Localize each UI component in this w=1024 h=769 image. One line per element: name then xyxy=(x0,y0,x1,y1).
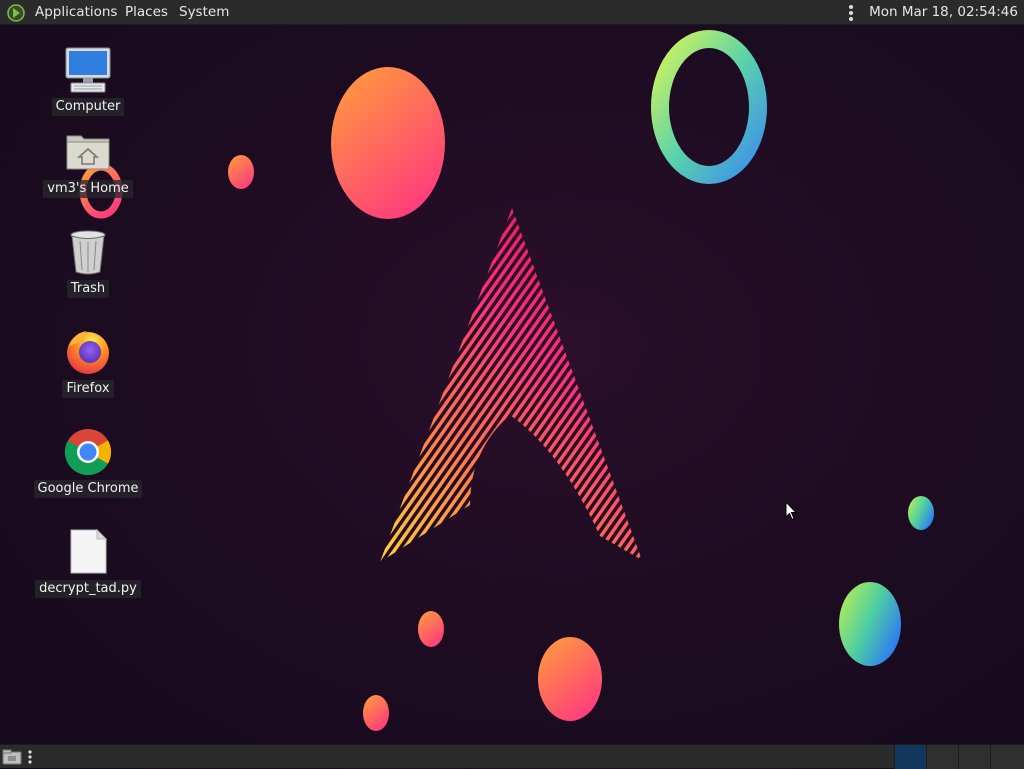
desktop-icon-label: Computer xyxy=(51,98,125,116)
bottom-panel xyxy=(0,744,1024,769)
system-menu[interactable]: System xyxy=(179,4,229,20)
panel-handle-icon[interactable] xyxy=(27,749,33,765)
desktop-icon-firefox[interactable]: Firefox xyxy=(33,327,143,398)
desktop-icon-label: vm3's Home xyxy=(43,180,133,198)
wallpaper-ring xyxy=(651,30,767,184)
desktop-icon-label: decrypt_tad.py xyxy=(35,580,141,598)
desktop-icon-decrypt-file[interactable]: decrypt_tad.py xyxy=(33,527,143,598)
chrome-icon xyxy=(64,429,112,476)
arch-logo xyxy=(380,208,642,562)
wallpaper-bubble xyxy=(839,582,901,666)
firefox-icon xyxy=(67,331,109,374)
workspace-1[interactable] xyxy=(894,745,926,769)
desktop-wallpaper xyxy=(79,30,934,731)
clock[interactable]: Mon Mar 18, 02:54:46 xyxy=(869,4,1018,20)
panel-handle-icon[interactable] xyxy=(846,4,856,22)
workspace-2[interactable] xyxy=(926,745,958,769)
show-desktop-icon[interactable] xyxy=(2,749,22,765)
desktop-icon-chrome[interactable]: Google Chrome xyxy=(33,427,143,498)
wallpaper-bubble xyxy=(363,695,389,731)
distro-logo-icon[interactable] xyxy=(6,3,26,23)
wallpaper-bubble xyxy=(418,611,444,647)
desktop-icon-label: Trash xyxy=(66,280,110,298)
workspace-4[interactable] xyxy=(990,745,1024,769)
wallpaper-bubble xyxy=(228,155,254,189)
workspace-3[interactable] xyxy=(958,745,990,769)
places-menu[interactable]: Places xyxy=(125,4,168,20)
home-folder-icon xyxy=(66,135,110,170)
wallpaper-bubble xyxy=(908,496,934,530)
desktop-icon-label: Firefox xyxy=(62,380,114,398)
computer-icon xyxy=(65,47,111,93)
desktop-icon-computer[interactable]: Computer xyxy=(33,45,143,116)
trash-icon xyxy=(70,230,106,275)
desktop-icon-trash[interactable]: Trash xyxy=(33,227,143,298)
desktop-icon-home[interactable]: vm3's Home xyxy=(33,127,143,198)
wallpaper-bubble xyxy=(331,67,445,219)
wallpaper-bubble xyxy=(538,637,602,721)
desktop-icon-label: Google Chrome xyxy=(33,480,143,498)
top-panel: Applications Places System Mon Mar 18, 0… xyxy=(0,0,1024,25)
applications-menu[interactable]: Applications xyxy=(35,4,117,20)
mouse-cursor-icon xyxy=(785,501,797,521)
text-file-icon xyxy=(70,528,108,574)
